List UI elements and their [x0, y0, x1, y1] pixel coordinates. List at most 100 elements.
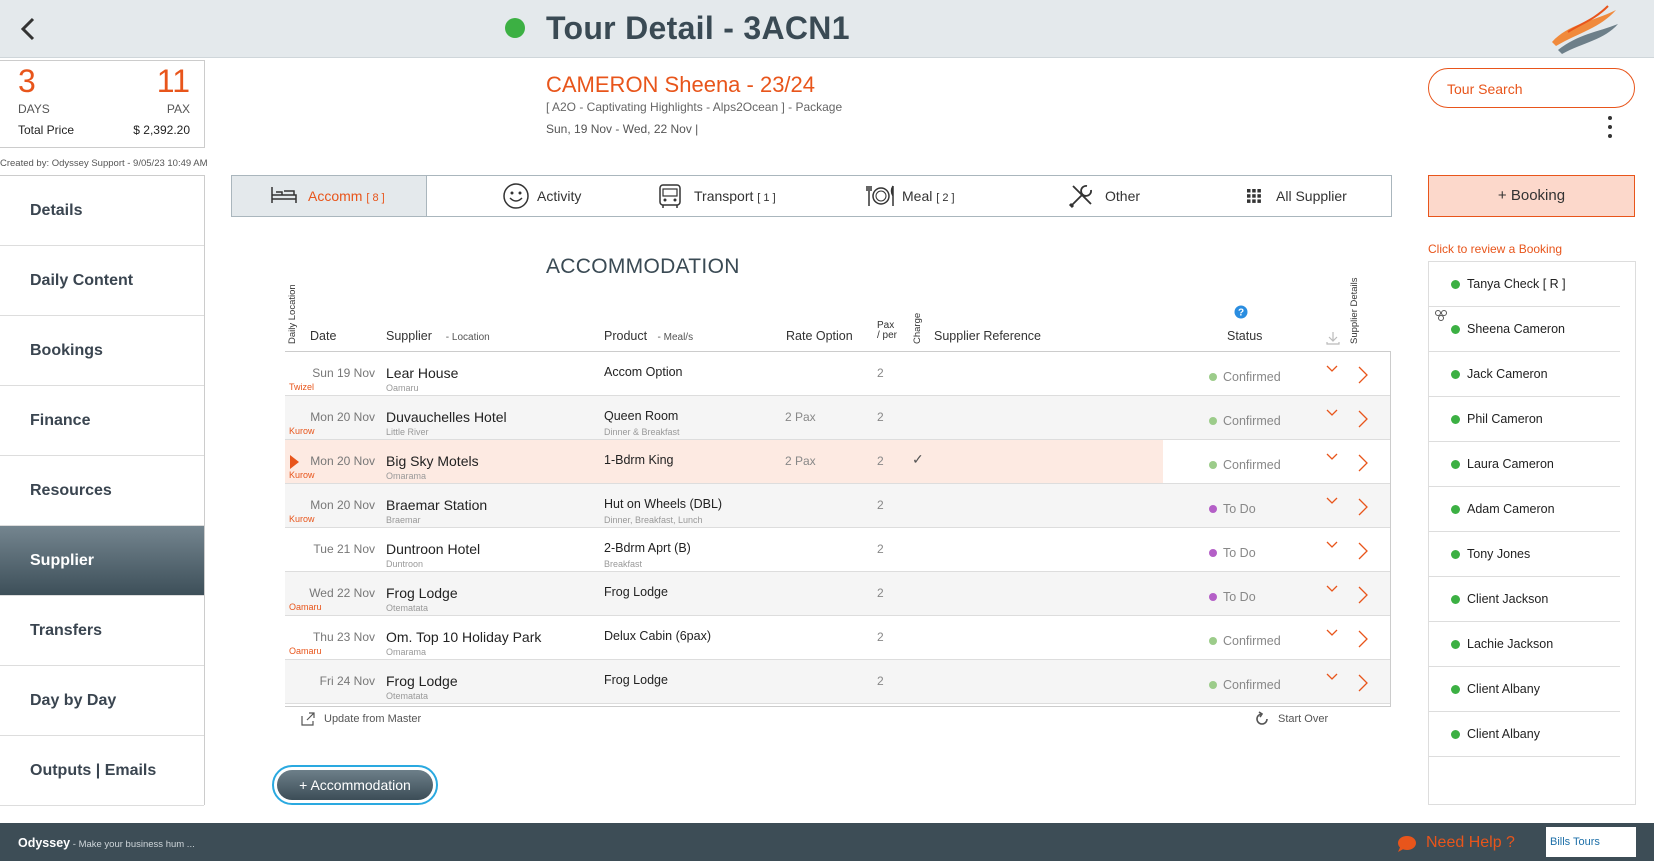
sidebar-item-supplier[interactable]: Supplier — [0, 526, 204, 596]
chevron-down-icon[interactable] — [1325, 670, 1339, 684]
table-row-selected[interactable]: Mon 20 Nov Kurow Big Sky Motels Omarama … — [285, 440, 1390, 484]
row-supplier: Duvauchelles Hotel — [386, 409, 507, 425]
chevron-down-icon[interactable] — [1325, 582, 1339, 596]
more-options-icon[interactable] — [1603, 116, 1617, 142]
passenger-item[interactable]: Client Jackson — [1429, 577, 1620, 622]
status-dot — [1209, 681, 1217, 689]
passenger-list: Tanya Check [ R ] Sheena Cameron Jack Ca… — [1428, 261, 1636, 805]
col-date: Date — [310, 329, 337, 343]
tab-other[interactable]: Other — [1067, 176, 1140, 216]
need-help-link[interactable]: Need Help ? — [1396, 834, 1515, 852]
passenger-name: Adam Cameron — [1467, 502, 1555, 516]
tour-search-button[interactable]: Tour Search — [1428, 68, 1635, 108]
refresh-icon — [1256, 711, 1268, 725]
supplier-tabs: Accomm [ 8 ] Activity Transport [ 1 ] Me… — [231, 175, 1392, 217]
table-row[interactable]: Fri 24 Nov Frog Lodge Otematata Frog Lod… — [285, 660, 1390, 704]
chevron-right-icon[interactable] — [1357, 673, 1369, 693]
passenger-item[interactable]: Client Albany — [1429, 667, 1620, 712]
passenger-item[interactable]: Laura Cameron — [1429, 442, 1620, 487]
tab-meal[interactable]: Meal [ 2 ] — [866, 176, 955, 216]
col-supplier-reference: Supplier Reference — [934, 329, 1042, 343]
table-row[interactable]: Wed 22 Nov Oamaru Frog Lodge Otematata F… — [285, 572, 1390, 616]
tour-status-indicator — [505, 18, 525, 38]
passenger-item[interactable]: Lachie Jackson — [1429, 622, 1620, 667]
brand-tagline: - Make your business hum ... — [70, 839, 195, 850]
row-pax: 2 — [877, 542, 884, 556]
passenger-item[interactable]: Phil Cameron — [1429, 397, 1620, 442]
status-text: Confirmed — [1223, 458, 1281, 472]
passenger-item[interactable]: Client Albany — [1429, 712, 1620, 757]
row-date: Wed 22 Nov — [309, 586, 375, 600]
passenger-item[interactable]: Tanya Check [ R ] — [1429, 262, 1620, 307]
chevron-right-icon[interactable] — [1357, 497, 1369, 517]
tab-other-label: Other — [1105, 188, 1141, 204]
chevron-right-icon[interactable] — [1357, 541, 1369, 561]
sidebar-item-day-by-day[interactable]: Day by Day — [0, 666, 204, 736]
passenger-name: Laura Cameron — [1467, 457, 1554, 471]
chevron-right-icon[interactable] — [1357, 629, 1369, 649]
chevron-down-icon[interactable] — [1325, 406, 1339, 420]
tab-meal-count: [ 2 ] — [936, 192, 955, 204]
passenger-item[interactable]: Sheena Cameron — [1429, 307, 1620, 352]
sidebar-item-resources[interactable]: Resources — [0, 456, 204, 526]
row-date: Mon 20 Nov — [310, 410, 375, 424]
update-from-master-button[interactable]: Update from Master — [300, 712, 422, 726]
sidebar-item-finance[interactable]: Finance — [0, 386, 204, 456]
row-meals: Dinner & Breakfast — [604, 427, 680, 437]
col-supplier-label: Supplier — [386, 329, 432, 343]
table-row[interactable]: Thu 23 Nov Oamaru Om. Top 10 Holiday Par… — [285, 616, 1390, 660]
footer: Odyssey - Make your business hum ... Nee… — [0, 823, 1654, 861]
update-from-master-label: Update from Master — [324, 713, 422, 725]
add-booking-button[interactable]: + Booking — [1428, 175, 1635, 217]
col-product-label: Product — [604, 329, 648, 343]
passenger-item[interactable]: Tony Jones — [1429, 532, 1620, 577]
days-count: 3 — [18, 63, 36, 99]
passenger-name: Tony Jones — [1467, 547, 1531, 561]
chevron-down-icon[interactable] — [1325, 626, 1339, 640]
passenger-item[interactable]: Jack Cameron — [1429, 352, 1620, 397]
tab-activity[interactable]: Activity — [502, 176, 581, 216]
row-rate: 2 Pax — [785, 410, 816, 424]
table-row[interactable]: Mon 20 Nov Kurow Braemar Station Braemar… — [285, 484, 1390, 528]
chevron-right-icon[interactable] — [1357, 409, 1369, 429]
row-daily-location: Oamaru — [289, 602, 322, 612]
chevron-right-icon[interactable] — [1357, 365, 1369, 385]
svg-text:?: ? — [1238, 308, 1244, 319]
table-row[interactable]: Tue 21 Nov Duntroon Hotel Duntroon 2-Bdr… — [285, 528, 1390, 572]
chevron-down-icon[interactable] — [1325, 538, 1339, 552]
tab-accomm[interactable]: Accomm [ 8 ] — [232, 176, 427, 216]
pax-count: 11 — [156, 63, 190, 99]
chevron-right-icon[interactable] — [1357, 453, 1369, 473]
page-title: Tour Detail - 3ACN1 — [546, 10, 850, 46]
col-meals-label: - Meal/s — [657, 332, 694, 343]
table-row[interactable]: Mon 20 Nov Kurow Duvauchelles Hotel Litt… — [285, 396, 1390, 440]
help-icon[interactable]: ? — [1234, 305, 1248, 319]
chevron-down-icon[interactable] — [1325, 450, 1339, 464]
sidebar-item-details[interactable]: Details — [0, 176, 204, 246]
sidebar-item-bookings[interactable]: Bookings — [0, 316, 204, 386]
download-icon[interactable] — [1325, 330, 1341, 346]
chevron-right-icon[interactable] — [1357, 585, 1369, 605]
sidebar-item-outputs-emails[interactable]: Outputs | Emails — [0, 736, 204, 806]
table-row[interactable]: Sun 19 Nov Twizel Lear House Oamaru Acco… — [285, 352, 1390, 396]
tab-all-supplier[interactable]: All Supplier — [1246, 176, 1347, 216]
row-daily-location: Kurow — [289, 426, 315, 436]
chevron-down-icon[interactable] — [1325, 362, 1339, 376]
passenger-item[interactable]: Adam Cameron — [1429, 487, 1620, 532]
add-accommodation-button[interactable]: + Accommodation — [272, 765, 438, 805]
row-product: Frog Lodge — [604, 585, 668, 599]
sidebar-item-transfers[interactable]: Transfers — [0, 596, 204, 666]
passenger-name: Tanya Check [ R ] — [1467, 277, 1566, 291]
bed-icon — [271, 187, 297, 203]
row-product: 1-Bdrm King — [604, 453, 674, 467]
need-help-label: Need Help ? — [1426, 834, 1515, 851]
sidebar-item-daily-content[interactable]: Daily Content — [0, 246, 204, 316]
back-arrow-icon[interactable] — [14, 14, 44, 44]
chevron-down-icon[interactable] — [1325, 494, 1339, 508]
section-title: ACCOMMODATION — [546, 255, 740, 278]
row-supplier-location: Omarama — [386, 471, 427, 481]
tour-summary-box: 3 DAYS 11 PAX Total Price $ 2,392.20 — [0, 60, 205, 148]
tab-accomm-count: [ 8 ] — [366, 192, 385, 204]
tab-transport[interactable]: Transport [ 1 ] — [656, 176, 776, 216]
start-over-button[interactable]: Start Over — [1254, 711, 1328, 725]
